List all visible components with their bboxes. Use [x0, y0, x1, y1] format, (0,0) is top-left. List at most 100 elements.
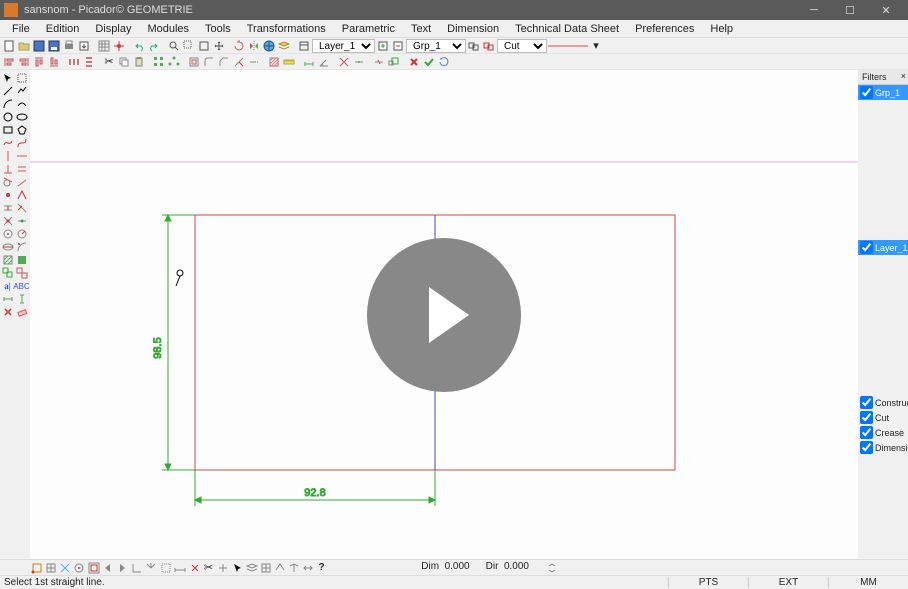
- menu-file[interactable]: File: [4, 21, 38, 37]
- trim2-icon[interactable]: ✂: [202, 561, 215, 574]
- join-icon[interactable]: [352, 55, 366, 69]
- hatch-tool-icon[interactable]: [1, 254, 14, 266]
- group-dropdown[interactable]: Grp_1: [406, 39, 466, 53]
- hatch-icon[interactable]: [267, 55, 281, 69]
- zoom-extents-icon[interactable]: [197, 39, 211, 53]
- save-as-icon[interactable]: [47, 39, 61, 53]
- drawing-canvas[interactable]: 98.5 92.8: [30, 70, 858, 559]
- filters-close-icon[interactable]: ×: [901, 71, 906, 81]
- menu-parametric[interactable]: Parametric: [334, 21, 403, 37]
- status-ext[interactable]: EXT: [748, 577, 828, 588]
- status-mm[interactable]: MM: [828, 577, 908, 588]
- linetype-preview[interactable]: [548, 39, 588, 53]
- ungroup-icon[interactable]: [15, 267, 28, 279]
- move2-icon[interactable]: [216, 561, 229, 574]
- menu-modules[interactable]: Modules: [139, 21, 197, 37]
- linetype-cut-row[interactable]: Cut: [858, 410, 908, 425]
- export-icon[interactable]: [77, 39, 91, 53]
- ortho-icon[interactable]: [130, 561, 143, 574]
- snap-intersection-icon[interactable]: [58, 561, 71, 574]
- layer-dropdown[interactable]: Layer_1: [312, 39, 375, 53]
- linetype-dropdown[interactable]: Cut: [497, 39, 547, 53]
- dim-b-icon[interactable]: [287, 561, 300, 574]
- dim-a-icon[interactable]: [273, 561, 286, 574]
- copy-icon[interactable]: [117, 55, 131, 69]
- group-del-icon[interactable]: [482, 39, 496, 53]
- label-icon[interactable]: ABC: [15, 280, 28, 292]
- spline-icon[interactable]: [1, 137, 14, 149]
- line-icon[interactable]: [1, 85, 14, 97]
- rotate-icon[interactable]: [232, 39, 246, 53]
- help-icon[interactable]: ?: [315, 561, 328, 574]
- intersection-icon[interactable]: [1, 215, 14, 227]
- grid2-icon[interactable]: [259, 561, 272, 574]
- eraser-icon[interactable]: [15, 306, 28, 318]
- ellipse-icon[interactable]: [15, 111, 28, 123]
- dim-v-icon[interactable]: [15, 293, 28, 305]
- polyline-icon[interactable]: [15, 85, 28, 97]
- scale-icon[interactable]: [387, 55, 401, 69]
- linetype-construction-checkbox[interactable]: [860, 396, 873, 409]
- view-prev-icon[interactable]: [101, 561, 114, 574]
- angle-line-icon[interactable]: [15, 176, 28, 188]
- construction-h-icon[interactable]: [15, 150, 28, 162]
- explode-icon[interactable]: [337, 55, 351, 69]
- extend-icon[interactable]: [247, 55, 261, 69]
- dim-c-icon[interactable]: [301, 561, 314, 574]
- fill-icon[interactable]: [15, 254, 28, 266]
- zoom-window-icon[interactable]: [182, 39, 196, 53]
- rectangle-icon[interactable]: [1, 124, 14, 136]
- group-icon[interactable]: [1, 267, 14, 279]
- polar-snap-icon[interactable]: [144, 561, 157, 574]
- measure-icon[interactable]: [282, 55, 296, 69]
- print-icon[interactable]: [62, 39, 76, 53]
- open-icon[interactable]: [17, 39, 31, 53]
- perpendicular-icon[interactable]: [1, 163, 14, 175]
- arc-icon[interactable]: [1, 98, 14, 110]
- offset-icon[interactable]: [187, 55, 201, 69]
- ellipse-axis-icon[interactable]: [1, 241, 14, 253]
- menu-technical-data-sheet[interactable]: Technical Data Sheet: [507, 21, 627, 37]
- select-icon[interactable]: [1, 72, 14, 84]
- midpoint-icon[interactable]: [15, 215, 28, 227]
- snap-center-icon[interactable]: [72, 561, 85, 574]
- break-icon[interactable]: [372, 55, 386, 69]
- view-next-icon[interactable]: [115, 561, 128, 574]
- linetype-crease-checkbox[interactable]: [860, 426, 873, 439]
- paste-icon[interactable]: [132, 55, 146, 69]
- select-window-icon[interactable]: [15, 72, 28, 84]
- tangent-icon[interactable]: [1, 176, 14, 188]
- arc3pt-icon[interactable]: [15, 98, 28, 110]
- save-icon[interactable]: [32, 39, 46, 53]
- linetype-more-icon[interactable]: ▾: [589, 39, 603, 53]
- pan-icon[interactable]: [212, 39, 226, 53]
- circle-icon[interactable]: [1, 111, 14, 123]
- linetype-dimension-checkbox[interactable]: [860, 441, 873, 454]
- new-icon[interactable]: [2, 39, 16, 53]
- layers2-icon[interactable]: [245, 561, 258, 574]
- maximize-button[interactable]: ☐: [832, 0, 868, 20]
- parallel-icon[interactable]: [15, 163, 28, 175]
- trim-line-icon[interactable]: [15, 202, 28, 214]
- delete-icon[interactable]: [407, 55, 421, 69]
- linetype-crease-row[interactable]: Crease: [858, 425, 908, 440]
- menu-text[interactable]: Text: [403, 21, 439, 37]
- dimension-angle-icon[interactable]: [317, 55, 331, 69]
- menu-dimension[interactable]: Dimension: [439, 21, 507, 37]
- minimize-button[interactable]: ─: [796, 0, 832, 20]
- distribute-h-icon[interactable]: [67, 55, 81, 69]
- dim-h-icon[interactable]: [1, 293, 14, 305]
- circle-radius-icon[interactable]: [15, 228, 28, 240]
- point-icon[interactable]: [1, 189, 14, 201]
- zoom-icon[interactable]: [167, 39, 181, 53]
- region-icon[interactable]: [159, 561, 172, 574]
- filter-layer-row[interactable]: Layer_1: [858, 240, 908, 255]
- dimension-linear-icon[interactable]: [302, 55, 316, 69]
- group-add-icon[interactable]: [467, 39, 481, 53]
- align-top-icon[interactable]: [32, 55, 46, 69]
- vertex-icon[interactable]: [15, 189, 28, 201]
- delete-tool-icon[interactable]: [1, 306, 14, 318]
- properties-icon[interactable]: [297, 39, 311, 53]
- filter-group-checkbox[interactable]: [860, 86, 873, 99]
- cut-icon[interactable]: ✂: [102, 55, 116, 69]
